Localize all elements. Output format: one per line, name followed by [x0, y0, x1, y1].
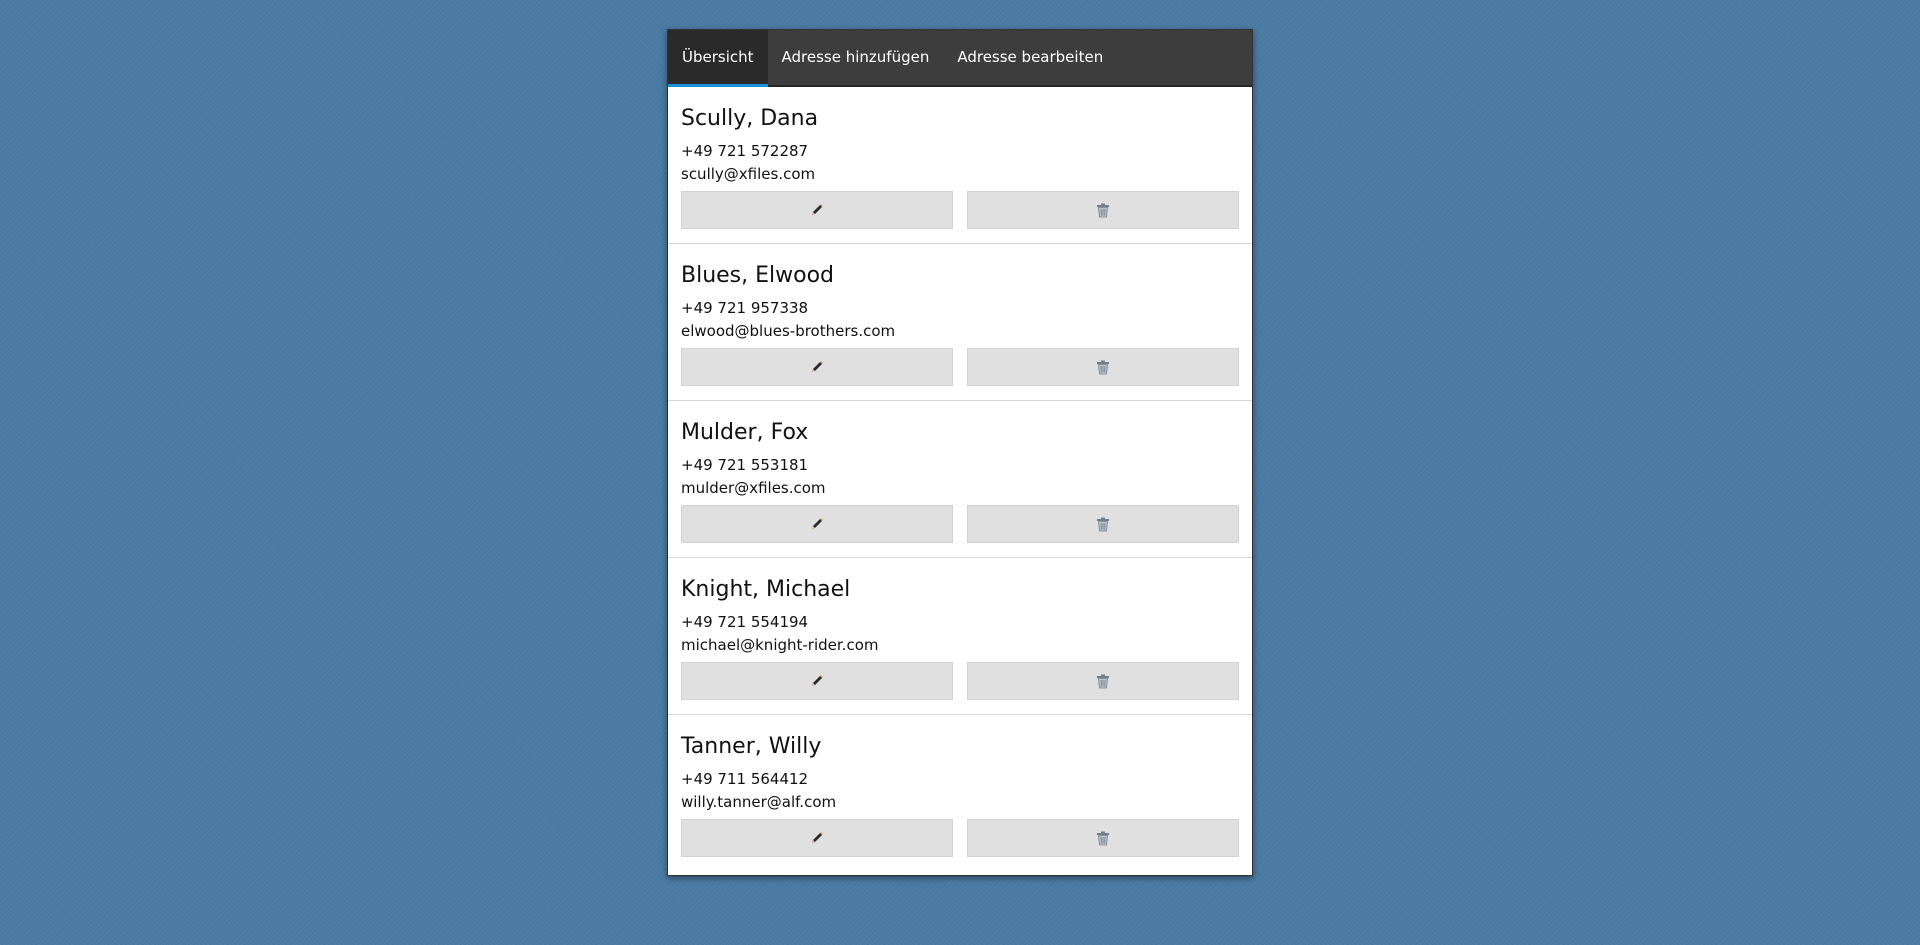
address-book-window: Übersicht Adresse hinzufügen Adresse bea…	[667, 29, 1253, 876]
delete-button[interactable]	[967, 662, 1239, 700]
contact-email: mulder@xfiles.com	[681, 479, 826, 497]
pencil-icon	[812, 361, 823, 372]
contact-phone: +49 711 564412	[681, 770, 809, 788]
pencil-icon	[812, 204, 823, 215]
trash-icon	[1097, 674, 1109, 688]
trash-icon	[1097, 831, 1109, 845]
contact-entry: Knight, Michael +49 721 554194 michael@k…	[668, 558, 1252, 715]
contact-email: willy.tanner@alf.com	[681, 793, 837, 811]
edit-button[interactable]	[681, 348, 953, 386]
contact-phone: +49 721 572287	[681, 142, 809, 160]
delete-button[interactable]	[967, 191, 1239, 229]
tab-overview[interactable]: Übersicht	[668, 30, 768, 87]
edit-button[interactable]	[681, 505, 953, 543]
contact-name: Scully, Dana	[681, 106, 819, 131]
contact-actions	[681, 505, 1239, 543]
edit-button[interactable]	[681, 819, 953, 857]
contact-actions	[681, 819, 1239, 857]
delete-button[interactable]	[967, 348, 1239, 386]
contact-phone: +49 721 554194	[681, 613, 809, 631]
tab-bar: Übersicht Adresse hinzufügen Adresse bea…	[668, 30, 1252, 87]
contact-actions	[681, 191, 1239, 229]
contact-list: Scully, Dana +49 721 572287 scully@xfile…	[668, 87, 1252, 872]
contact-email: elwood@blues-brothers.com	[681, 322, 896, 340]
contact-name: Mulder, Fox	[681, 420, 809, 445]
trash-icon	[1097, 360, 1109, 374]
trash-icon	[1097, 203, 1109, 217]
pencil-icon	[812, 832, 823, 843]
contact-actions	[681, 348, 1239, 386]
tab-add-address[interactable]: Adresse hinzufügen	[768, 30, 944, 85]
pencil-icon	[812, 675, 823, 686]
edit-button[interactable]	[681, 662, 953, 700]
contact-entry: Blues, Elwood +49 721 957338 elwood@blue…	[668, 244, 1252, 401]
contact-email: michael@knight-rider.com	[681, 636, 879, 654]
tab-edit-address[interactable]: Adresse bearbeiten	[943, 30, 1117, 85]
contact-name: Tanner, Willy	[681, 734, 822, 759]
contact-entry: Tanner, Willy +49 711 564412 willy.tanne…	[668, 715, 1252, 872]
contact-entry: Mulder, Fox +49 721 553181 mulder@xfiles…	[668, 401, 1252, 558]
contact-entry: Scully, Dana +49 721 572287 scully@xfile…	[668, 87, 1252, 244]
delete-button[interactable]	[967, 819, 1239, 857]
edit-button[interactable]	[681, 191, 953, 229]
contact-name: Knight, Michael	[681, 577, 851, 602]
contact-actions	[681, 662, 1239, 700]
pencil-icon	[812, 518, 823, 529]
contact-phone: +49 721 553181	[681, 456, 809, 474]
contact-name: Blues, Elwood	[681, 263, 835, 288]
contact-email: scully@xfiles.com	[681, 165, 816, 183]
trash-icon	[1097, 517, 1109, 531]
contact-phone: +49 721 957338	[681, 299, 809, 317]
delete-button[interactable]	[967, 505, 1239, 543]
